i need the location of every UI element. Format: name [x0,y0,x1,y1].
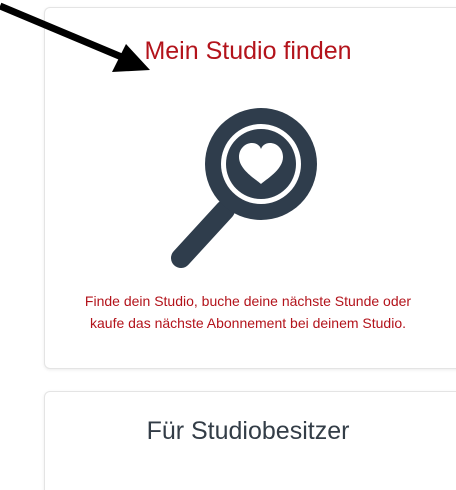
studio-owner-title[interactable]: Für Studiobesitzer [45,416,451,446]
page: Mein Studio finden Finde dein Studio, bu… [0,0,456,490]
studio-owner-card[interactable]: Für Studiobesitzer [44,391,456,490]
description-line-1: Finde dein Studio, buche deine nächste S… [84,293,412,309]
magnifier-heart-icon[interactable] [171,98,329,270]
description-line-2: kaufe das nächste Abonnement bei deinem … [90,315,406,331]
find-studio-title[interactable]: Mein Studio finden [45,36,451,66]
find-studio-card[interactable]: Mein Studio finden Finde dein Studio, bu… [44,7,456,369]
find-studio-description: Finde dein Studio, buche deine nächste S… [45,290,451,334]
